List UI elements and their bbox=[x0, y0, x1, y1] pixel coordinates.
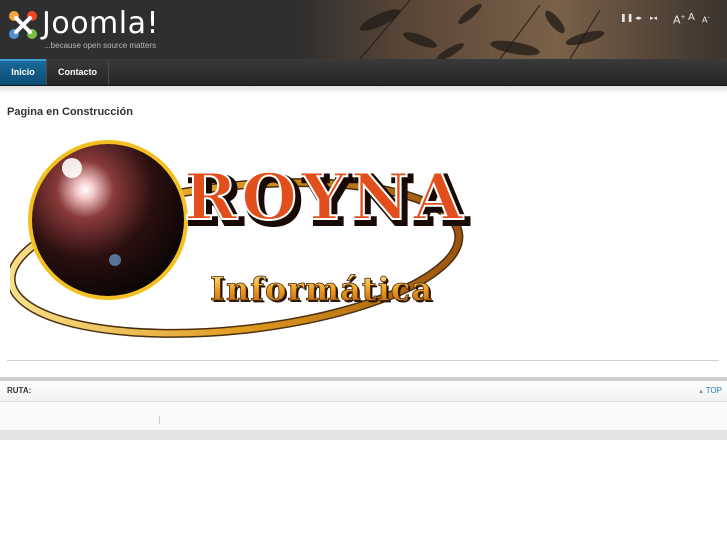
nav-item-inicio[interactable]: Inicio bbox=[0, 59, 46, 85]
rewind-icon[interactable]: ◂▸ bbox=[635, 11, 642, 25]
font-increase-icon[interactable]: A+ bbox=[673, 11, 686, 28]
header: Joomla! ...because open source matters ❚… bbox=[0, 0, 727, 59]
page-title: Pagina en Construcción bbox=[7, 106, 133, 118]
breadcrumb: RUTA: ▲ TOP bbox=[0, 381, 727, 402]
back-to-top-link[interactable]: ▲ TOP bbox=[698, 386, 722, 395]
up-arrow-icon: ▲ bbox=[698, 389, 706, 395]
main-menu: Inicio Contacto bbox=[0, 59, 727, 86]
breadcrumb-label: RUTA: bbox=[7, 386, 32, 395]
footer bbox=[0, 402, 727, 430]
nav-item-contacto[interactable]: Contacto bbox=[47, 59, 109, 85]
font-decrease-icon[interactable]: A- bbox=[702, 11, 710, 28]
fast-forward-icon[interactable]: ▸◂ bbox=[650, 11, 657, 25]
header-foliage-image bbox=[300, 0, 727, 59]
back-to-top-label: TOP bbox=[705, 386, 722, 395]
pause-icon[interactable]: ❚❚ bbox=[620, 11, 633, 25]
royna-informatica-logo-image: ROYNA ROYNA Informática Informática bbox=[10, 140, 470, 338]
logo-text: Joomla! bbox=[42, 6, 160, 41]
joomla-mark-icon bbox=[9, 11, 37, 39]
logo-line-royna: ROYNA bbox=[184, 160, 467, 235]
content-divider bbox=[7, 360, 719, 361]
font-reset-icon[interactable]: A bbox=[688, 11, 695, 25]
footer-divider bbox=[159, 416, 160, 424]
footer-bottom-bar bbox=[0, 430, 727, 440]
nav-shadow bbox=[0, 86, 727, 94]
logo-tagline: ...because open source matters bbox=[44, 41, 157, 50]
logo-line-informatica: Informática bbox=[210, 270, 433, 308]
